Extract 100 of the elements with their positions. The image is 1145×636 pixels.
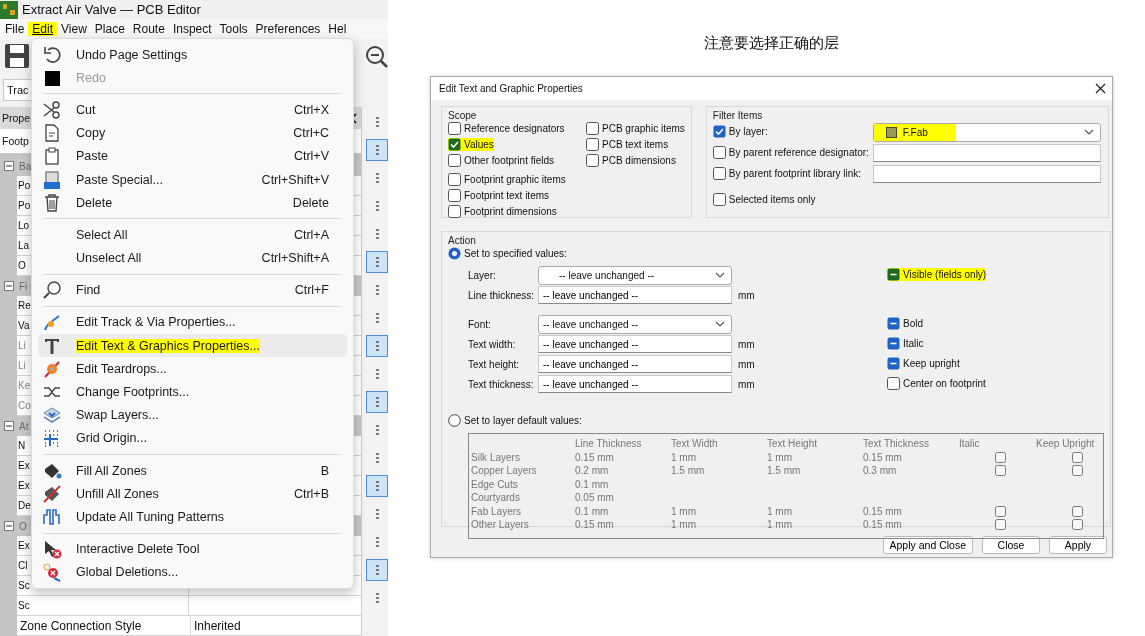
menu-item[interactable]: Undo Page Settings (38, 43, 347, 67)
trash-icon (42, 192, 62, 213)
tool-button[interactable] (366, 251, 388, 273)
text-field[interactable] (872, 165, 1101, 183)
radio-label[interactable]: Set to specified values: (464, 248, 567, 259)
checkbox-label[interactable]: Keep upright (903, 357, 960, 369)
checkbox-label[interactable]: Selected items only (728, 193, 816, 205)
checkbox-label[interactable]: Footprint dimensions (464, 206, 557, 217)
table-cell: 1 mm (767, 505, 792, 517)
close-icon[interactable] (1095, 83, 1106, 94)
unit-label: mm (738, 338, 755, 350)
table-cell: 1 mm (767, 451, 792, 463)
checkbox-label[interactable]: By layer: (728, 125, 768, 137)
radio-button[interactable] (448, 247, 461, 260)
group-label: Fi (19, 280, 28, 292)
tool-icon (374, 564, 380, 576)
group-label: Filter Items (712, 110, 764, 121)
menu[interactable]: Hel (324, 22, 351, 36)
row-label: Silk Layers (471, 451, 521, 463)
checkbox[interactable] (448, 138, 461, 151)
radio-button[interactable] (448, 414, 461, 427)
scissors-icon (42, 99, 62, 120)
checkbox-label[interactable]: Italic (903, 337, 924, 349)
menu-item[interactable]: Edit Text & Graphics Properties... (38, 334, 347, 358)
checkbox[interactable] (887, 376, 900, 390)
property-name: Sc (17, 596, 189, 616)
checkbox-label[interactable]: By parent reference designator: (728, 146, 869, 158)
tool-button[interactable] (366, 139, 388, 161)
checkbox-label[interactable]: PCB dimensions (602, 155, 676, 166)
table-cell: 0.1 mm (575, 505, 609, 517)
menu-item[interactable]: Find Ctrl+F (38, 278, 347, 302)
checkbox-label[interactable]: Values (464, 139, 494, 150)
checkbox[interactable] (712, 166, 726, 180)
menu-item[interactable]: Paste Ctrl+V (38, 144, 347, 168)
tool-icon (374, 536, 380, 548)
checkbox[interactable] (887, 356, 900, 370)
checkbox-label[interactable]: Footprint graphic items (464, 174, 566, 185)
menu[interactable]: Route (128, 22, 169, 36)
menu-item[interactable]: Cut Ctrl+X (38, 98, 347, 122)
text-field[interactable] (872, 144, 1101, 162)
checkbox-label[interactable]: Bold (903, 317, 923, 329)
save-icon[interactable] (4, 43, 30, 69)
checkbox[interactable] (887, 267, 900, 281)
checkbox-label[interactable]: PCB text items (602, 139, 669, 150)
checkbox-label[interactable]: Footprint text items (464, 190, 550, 201)
checkbox[interactable] (448, 173, 461, 186)
checkbox-label[interactable]: By parent footprint library link: (728, 167, 862, 179)
tool-icon (374, 116, 380, 128)
bucket-icon (42, 483, 62, 504)
checkbox[interactable] (887, 336, 900, 350)
column-header: Keep Upright (1036, 438, 1096, 450)
checkbox-label[interactable]: Visible (fields only) (903, 268, 987, 280)
text-field[interactable]: -- leave unchanged -- (538, 335, 732, 353)
checkbox[interactable] (887, 316, 900, 330)
text-field[interactable]: -- leave unchanged -- (538, 355, 732, 373)
text-field[interactable]: -- leave unchanged -- (538, 286, 732, 304)
caption: 注意要选择正确的层 (704, 34, 839, 52)
layers-icon (42, 405, 62, 426)
collapse-icon[interactable] (3, 161, 14, 171)
checkbox[interactable] (448, 154, 461, 167)
checkbox[interactable] (448, 122, 461, 135)
tool-button[interactable] (366, 559, 388, 581)
menu[interactable]: Place (90, 22, 129, 36)
tool-button[interactable] (366, 335, 388, 357)
collapse-icon[interactable] (3, 421, 14, 431)
table-cell: 1.5 mm (671, 465, 705, 477)
menu-item[interactable]: Copy Ctrl+C (38, 121, 347, 145)
tool-button[interactable] (366, 475, 388, 497)
text-field[interactable]: -- leave unchanged -- (538, 375, 732, 393)
menu[interactable]: Tools (215, 22, 252, 36)
menu[interactable]: Inspect (168, 22, 216, 36)
zoom-out-icon[interactable] (364, 44, 388, 68)
radio-label[interactable]: Set to layer default values: (464, 415, 582, 426)
checkbox[interactable] (712, 145, 726, 159)
dropdown[interactable]: -- leave unchanged -- (538, 265, 732, 285)
tool-button[interactable] (366, 391, 388, 413)
column-header: Text Height (767, 438, 819, 450)
checkbox[interactable] (586, 138, 599, 151)
checkbox[interactable] (448, 189, 461, 202)
table-cell: 0.15 mm (863, 505, 902, 517)
checkbox-label[interactable]: PCB graphic items (602, 123, 685, 134)
checkbox[interactable] (448, 205, 461, 218)
checkbox-label[interactable]: Reference designators (464, 123, 565, 134)
checkbox[interactable] (712, 124, 726, 138)
group-label: At (19, 420, 29, 432)
tool-icon (374, 592, 380, 604)
collapse-icon[interactable] (3, 521, 14, 531)
checkbox[interactable] (712, 192, 726, 206)
menu[interactable]: File (1, 22, 29, 36)
menu[interactable]: Preferences (251, 22, 325, 36)
checkbox[interactable] (586, 154, 599, 167)
dropdown[interactable]: F.Fab (872, 122, 1101, 142)
checkbox-label[interactable]: Other footprint fields (464, 155, 555, 166)
checkbox-label[interactable]: Center on footprint (903, 377, 986, 389)
column-header: Line Thickness (575, 438, 643, 450)
checkbox[interactable] (586, 122, 599, 135)
collapse-icon[interactable] (3, 281, 14, 291)
menu[interactable]: Edit (28, 22, 58, 36)
dropdown[interactable]: -- leave unchanged -- (538, 314, 732, 334)
menu[interactable]: View (57, 22, 91, 36)
